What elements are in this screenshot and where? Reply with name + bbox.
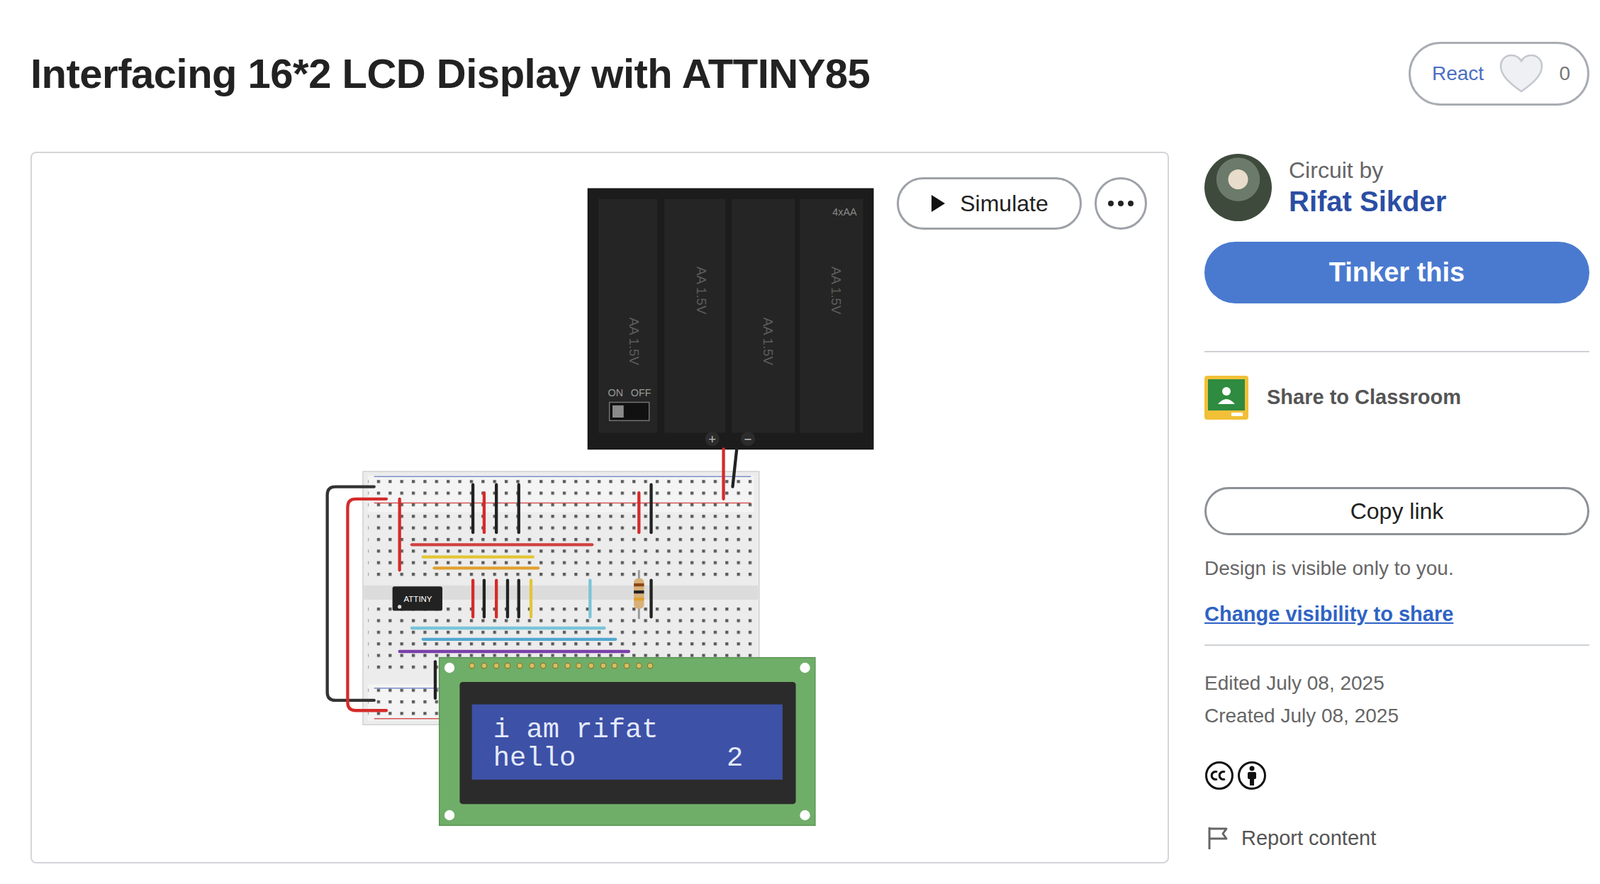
- minus-terminal: −: [744, 431, 753, 447]
- cell-label: AA 1.5V: [694, 266, 709, 315]
- lcd-counter: 2: [726, 742, 743, 775]
- author-name[interactable]: Rifat Sikder: [1288, 184, 1447, 219]
- circuit-diagram[interactable]: 4xAA AA 1.5V AA 1.5V AA 1.5V AA 1.5V ON …: [31, 153, 1168, 863]
- heart-icon: [1497, 53, 1545, 95]
- tinker-button[interactable]: Tinker this: [1204, 241, 1590, 304]
- report-label: Report content: [1241, 823, 1376, 855]
- resistor[interactable]: [633, 569, 644, 619]
- more-icon: [1106, 199, 1135, 208]
- lcd-line: hello: [493, 742, 576, 775]
- sidebar: Circuit by Rifat Sikder Tinker this Shar…: [1204, 151, 1590, 854]
- simulate-button[interactable]: Simulate: [896, 177, 1082, 230]
- chip-label: ATTINY: [404, 594, 433, 604]
- page-title: Interfacing 16*2 LCD Display with ATTINY…: [30, 48, 870, 99]
- created-date: Created July 08, 2025: [1204, 699, 1590, 733]
- flag-icon: [1204, 824, 1232, 852]
- circuit-canvas[interactable]: 4xAA AA 1.5V AA 1.5V AA 1.5V AA 1.5V ON …: [30, 151, 1169, 864]
- plus-terminal: +: [708, 431, 716, 447]
- cell-label: AA 1.5V: [828, 266, 844, 315]
- switch-on-label: ON: [608, 387, 624, 399]
- lcd-line: i am rifat: [493, 714, 659, 746]
- report-content[interactable]: Report content: [1204, 823, 1590, 855]
- attribution-icon: [1237, 760, 1267, 791]
- dates: Edited July 08, 2025 Created July 08, 20…: [1204, 667, 1590, 733]
- divider: [1204, 350, 1590, 353]
- react-label: React: [1431, 58, 1484, 89]
- react-button[interactable]: React 0: [1408, 41, 1590, 106]
- divider: [1204, 644, 1590, 646]
- classroom-icon: [1204, 375, 1249, 420]
- visibility-link[interactable]: Change visibility to share: [1204, 599, 1454, 631]
- author-row: Circuit by Rifat Sikder: [1204, 153, 1590, 222]
- creative-commons-icon: [1204, 760, 1235, 791]
- visibility-note: Design is visible only to you.: [1204, 553, 1590, 584]
- attiny-chip[interactable]: ATTINY: [392, 586, 443, 611]
- classroom-share[interactable]: Share to Classroom: [1204, 375, 1590, 420]
- power-switch[interactable]: [609, 402, 650, 422]
- cell-label: AA 1.5V: [760, 317, 776, 366]
- avatar-image[interactable]: [1204, 153, 1272, 222]
- switch-off-label: OFF: [630, 387, 652, 399]
- battery-pack[interactable]: 4xAA AA 1.5V AA 1.5V AA 1.5V AA 1.5V ON …: [587, 188, 873, 449]
- play-icon: [930, 194, 946, 213]
- simulate-label: Simulate: [959, 186, 1049, 221]
- react-count: 0: [1558, 58, 1571, 89]
- battery-label: 4xAA: [832, 206, 858, 218]
- cell-label: AA 1.5V: [626, 317, 642, 366]
- edited-date: Edited July 08, 2025: [1204, 667, 1590, 700]
- more-button[interactable]: [1094, 177, 1148, 230]
- lcd-module[interactable]: i am rifat hello 2: [439, 657, 816, 826]
- author-caption: Circuit by: [1288, 156, 1447, 184]
- classroom-label: Share to Classroom: [1266, 382, 1462, 414]
- license[interactable]: [1204, 760, 1590, 791]
- copy-link-button[interactable]: Copy link: [1204, 487, 1590, 536]
